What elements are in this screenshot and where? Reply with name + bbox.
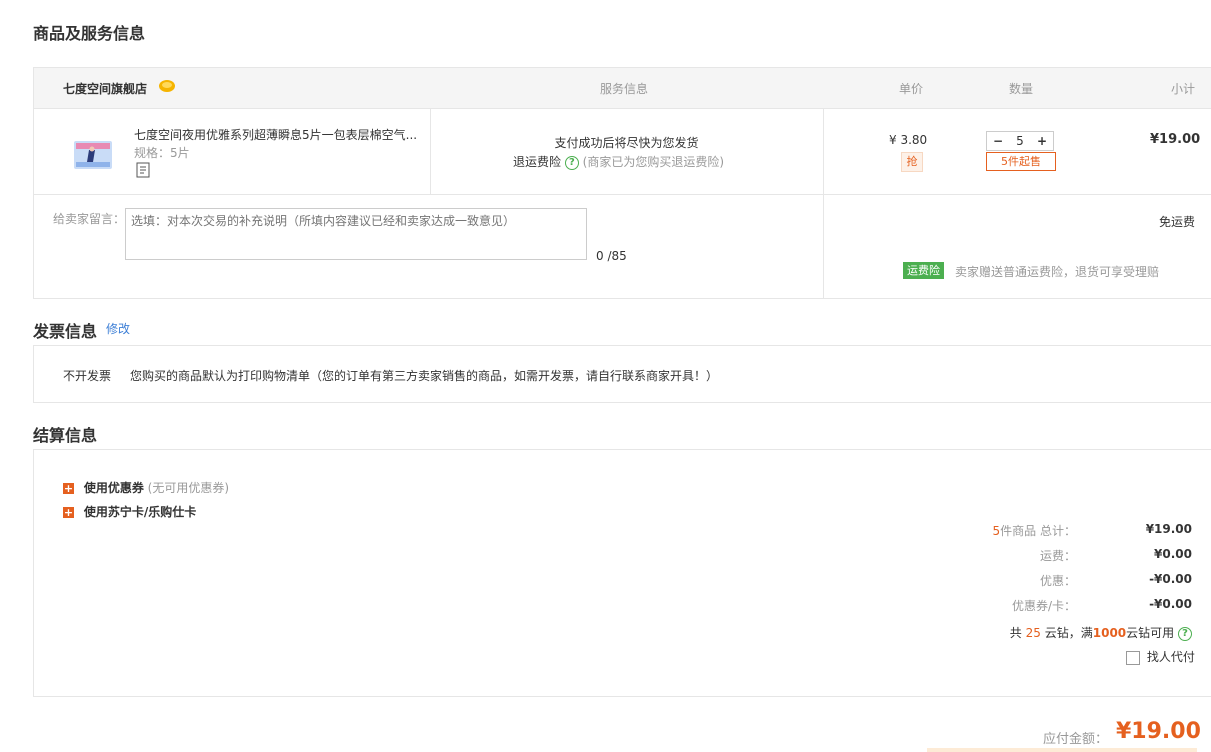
shipping-insurance-badge: 运费险 xyxy=(903,262,944,279)
proxy-pay-checkbox[interactable] xyxy=(1126,650,1140,665)
summary-coupon-value: -¥0.00 xyxy=(1149,597,1192,611)
payable-label: 应付金额： xyxy=(1043,732,1109,747)
header-service: 服务信息 xyxy=(600,82,649,96)
insurance-label: 退运费险 xyxy=(513,155,562,169)
summary-discount-value: -¥0.00 xyxy=(1149,572,1192,586)
diamond-prefix: 共 xyxy=(1009,626,1022,640)
help-icon[interactable]: ? xyxy=(1178,626,1192,641)
proxy-pay-row[interactable]: 找人代付 xyxy=(1126,648,1195,665)
diamond-threshold: 1000 xyxy=(1092,626,1127,640)
goods-section-title: 商品及服务信息 xyxy=(33,24,146,43)
message-counter: 0 /85 xyxy=(596,249,627,263)
help-icon[interactable]: ? xyxy=(564,155,579,170)
invoice-edit-link[interactable]: 修改 xyxy=(106,320,130,337)
diamond-suffix: 云钻可用 xyxy=(1126,626,1175,640)
summary-total-value: ¥19.00 xyxy=(1145,522,1192,536)
card-toggle[interactable]: + 使用苏宁卡/乐购仕卡 xyxy=(63,503,196,520)
message-label: 给卖家留言： xyxy=(53,212,126,226)
shipping-insurance-note: 卖家赠送普通运费险，退货可享受理赔 xyxy=(955,265,1160,279)
store-badge-icon xyxy=(158,78,176,94)
service-ship-note: 支付成功后将尽快为您发货 xyxy=(554,136,699,150)
submit-bar-edge xyxy=(927,748,1197,752)
summary-shipping-label: 运费： xyxy=(1039,549,1076,563)
coupon-label: 使用优惠券 xyxy=(83,481,144,495)
qty-input[interactable]: 5 xyxy=(1009,132,1031,150)
header-subtotal: 小计 xyxy=(1171,82,1196,96)
invoice-section-title: 发票信息 xyxy=(33,322,98,341)
insurance-note: (商家已为您购买退运费险) xyxy=(582,155,725,169)
card-label: 使用苏宁卡/乐购仕卡 xyxy=(83,505,197,519)
invoice-type: 不开发票 xyxy=(63,369,112,383)
insurance-row: 退运费险 ? (商家已为您购买退运费险) xyxy=(513,153,724,170)
grab-badge[interactable]: 抢 xyxy=(901,152,923,172)
store-name[interactable]: 七度空间旗舰店 xyxy=(63,80,147,97)
settlement-section-title: 结算信息 xyxy=(33,426,98,445)
qty-minus-button[interactable]: − xyxy=(989,132,1007,150)
product-thumbnail[interactable] xyxy=(73,138,113,172)
summary-total-text: 件商品 总计： xyxy=(1000,524,1076,538)
diamond-mid: 云钻，满 xyxy=(1044,626,1093,640)
header-price: 单价 xyxy=(899,82,924,96)
min-order-badge: 5件起售 xyxy=(986,152,1056,171)
summary-shipping-value: ¥0.00 xyxy=(1154,547,1192,561)
seller-message-input[interactable] xyxy=(125,208,587,260)
expand-plus-icon: + xyxy=(63,482,74,495)
qty-plus-button[interactable]: + xyxy=(1033,132,1051,150)
item-subtotal: ¥19.00 xyxy=(1150,132,1201,147)
free-shipping: 免运费 xyxy=(1159,215,1196,229)
diamond-count: 25 xyxy=(1025,626,1041,640)
product-name[interactable]: 七度空间夜用优雅系列超薄瞬息5片一包表层棉空气... xyxy=(134,126,424,143)
summary-coupon-label: 优惠券/卡： xyxy=(1011,599,1076,613)
unit-price: ¥ 3.80 xyxy=(889,133,928,147)
header-qty: 数量 xyxy=(1009,82,1034,96)
cloud-diamond-line: 共 25 云钻，满1000云钻可用 ? xyxy=(900,624,1192,641)
invoice-tag-icon xyxy=(136,162,150,178)
expand-plus-icon: + xyxy=(63,506,74,519)
summary-discount-label: 优惠： xyxy=(1039,574,1076,588)
product-spec: 规格：5片 xyxy=(134,146,190,160)
payable-amount: ¥19.00 xyxy=(1116,719,1201,744)
quantity-stepper: − 5 + xyxy=(986,131,1054,151)
summary-total-label: 5件商品 总计： xyxy=(900,522,1076,539)
invoice-note: 您购买的商品默认为打印购物清单（您的订单有第三方卖家销售的商品，如需开发票，请自… xyxy=(130,369,719,383)
coupon-toggle[interactable]: + 使用优惠券 (无可用优惠券) xyxy=(63,479,229,496)
coupon-note: (无可用优惠券) xyxy=(147,481,230,495)
proxy-pay-label: 找人代付 xyxy=(1146,650,1195,664)
